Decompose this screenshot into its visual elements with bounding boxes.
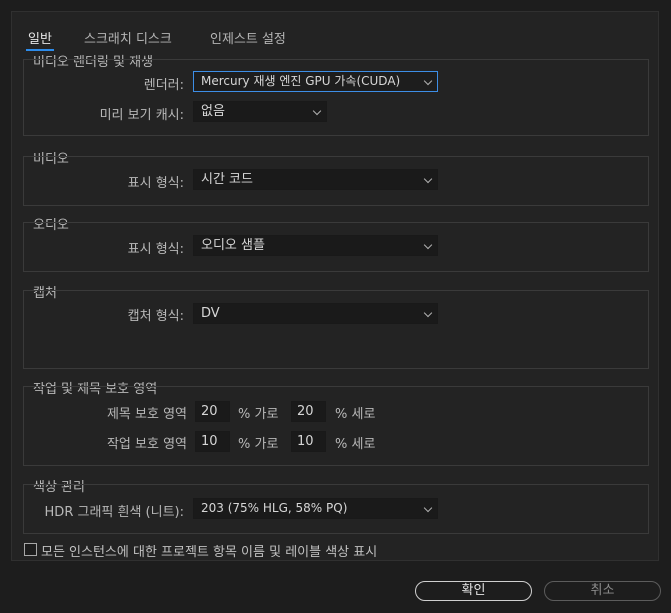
video-display-format-value: 시간 코드 (201, 172, 253, 187)
horizontal-unit: % 가로 (238, 407, 279, 422)
chevron-down-icon (423, 503, 433, 513)
ok-button-label: 확인 (461, 583, 486, 598)
horizontal-unit: % 가로 (238, 437, 279, 452)
tab-general[interactable]: 일반 (26, 28, 54, 51)
cancel-button-label: 취소 (590, 583, 615, 598)
tab-ingest-settings[interactable]: 인제스트 설정 (210, 28, 286, 47)
audio-display-format-value: 오디오 샘플 (201, 238, 265, 253)
action-safe-horizontal-value: 10 (201, 434, 218, 449)
tab-ingest-settings-label: 인제스트 설정 (210, 32, 286, 47)
preview-cache-label: 미리 보기 캐시: (99, 108, 184, 123)
settings-panel: 일반 스크래치 디스크 인제스트 설정 비디오 렌더링 및 재생 렌더러: Me… (11, 11, 659, 561)
action-safe-label: 작업 보호 영역 (106, 437, 187, 452)
renderer-select[interactable]: Mercury 재생 엔진 GPU 가속(CUDA) (193, 71, 438, 92)
tab-scratch-disks-label: 스크래치 디스크 (84, 32, 172, 47)
safe-margins-group (23, 386, 649, 466)
ok-button[interactable]: 확인 (415, 581, 532, 601)
show-label-colors-label: 모든 인스턴스에 대한 프로젝트 항목 이름 및 레이블 색상 표시 (41, 545, 378, 560)
title-safe-label: 제목 보호 영역 (106, 407, 187, 422)
tab-general-label: 일반 (28, 32, 52, 47)
title-safe-vertical-input[interactable]: 20 (291, 401, 326, 422)
hdr-white-select[interactable]: 203 (75% HLG, 58% PQ) (193, 498, 438, 519)
capture-group (23, 290, 649, 369)
chevron-down-icon (423, 308, 433, 318)
tab-scratch-disks[interactable]: 스크래치 디스크 (84, 28, 172, 47)
capture-format-label: 캡처 형식: (127, 309, 184, 324)
action-safe-vertical-input[interactable]: 10 (291, 431, 326, 452)
preview-cache-value: 없음 (201, 104, 225, 119)
video-display-format-label: 표시 형식: (127, 176, 184, 191)
show-label-colors-checkbox[interactable] (24, 543, 37, 556)
action-safe-horizontal-input[interactable]: 10 (195, 431, 230, 452)
title-safe-vertical-value: 20 (297, 404, 314, 419)
video-display-format-select[interactable]: 시간 코드 (193, 169, 438, 190)
preview-cache-select[interactable]: 없음 (193, 101, 327, 122)
capture-format-value: DV (201, 306, 220, 321)
title-safe-horizontal-value: 20 (201, 404, 218, 419)
audio-display-format-label: 표시 형식: (127, 242, 184, 257)
audio-display-format-select[interactable]: 오디오 샘플 (193, 235, 438, 256)
chevron-down-icon (423, 76, 433, 86)
cancel-button[interactable]: 취소 (544, 581, 661, 601)
title-safe-horizontal-input[interactable]: 20 (195, 401, 230, 422)
action-safe-vertical-value: 10 (297, 434, 314, 449)
chevron-down-icon (423, 174, 433, 184)
capture-format-select[interactable]: DV (193, 303, 438, 324)
hdr-white-value: 203 (75% HLG, 58% PQ) (201, 501, 348, 515)
vertical-unit: % 세로 (335, 437, 376, 452)
renderer-label: 렌더러: (143, 78, 184, 93)
chevron-down-icon (423, 240, 433, 250)
chevron-down-icon (312, 106, 322, 116)
vertical-unit: % 세로 (335, 407, 376, 422)
renderer-value: Mercury 재생 엔진 GPU 가속(CUDA) (201, 74, 401, 88)
hdr-white-label: HDR 그래픽 흰색 (니트): (44, 505, 184, 520)
